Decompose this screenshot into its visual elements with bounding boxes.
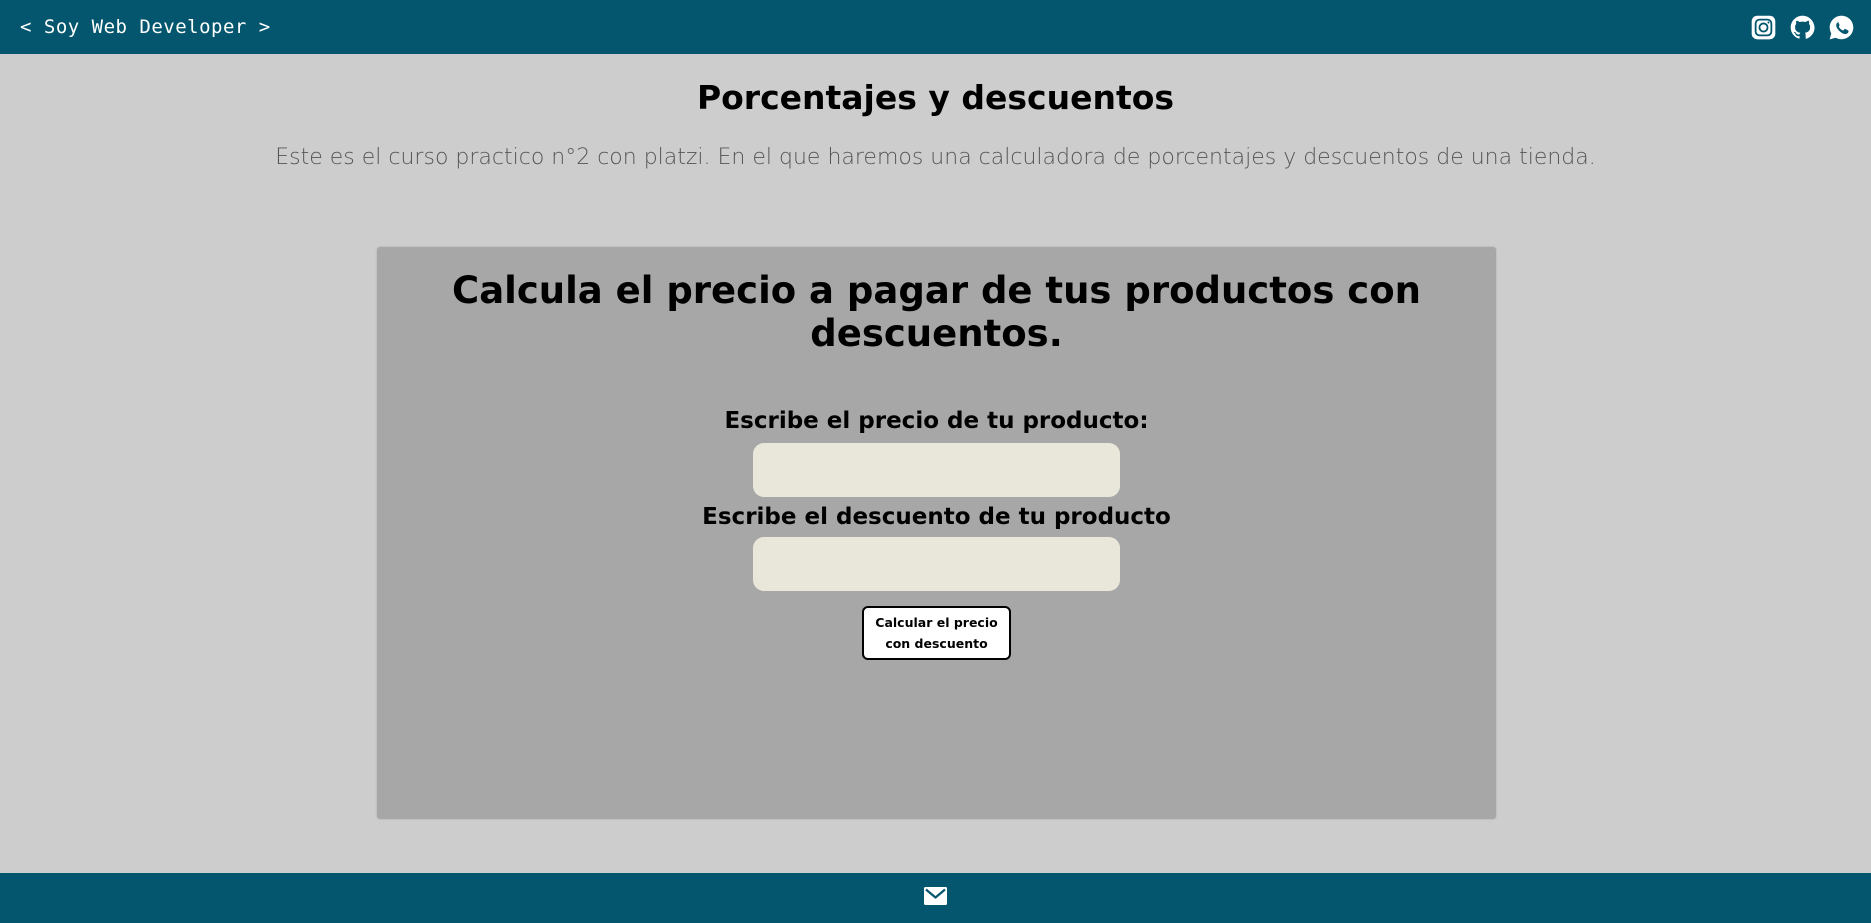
mail-icon[interactable]	[923, 886, 948, 906]
github-icon[interactable]	[1789, 14, 1816, 41]
brand-logo-text[interactable]: < Soy Web Developer >	[20, 16, 271, 38]
instagram-icon[interactable]	[1750, 14, 1777, 41]
social-links	[1750, 14, 1855, 41]
discount-calculator-card: Calcula el precio a pagar de tus product…	[377, 247, 1496, 819]
price-input[interactable]	[753, 443, 1120, 497]
discount-label: Escribe el descuento de tu producto	[702, 504, 1171, 530]
page-intro-text: Este es el curso practico n°2 con platzi…	[275, 145, 1596, 170]
price-label: Escribe el precio de tu producto:	[724, 408, 1149, 434]
footer	[0, 873, 1871, 923]
page-title: Porcentajes y descuentos	[696, 78, 1175, 117]
top-navbar: < Soy Web Developer >	[0, 0, 1871, 54]
calculator-title: Calcula el precio a pagar de tus product…	[452, 269, 1421, 355]
calculate-discount-button[interactable]: Calcular el precio con descuento	[862, 606, 1011, 660]
discount-input[interactable]	[753, 537, 1120, 591]
whatsapp-icon[interactable]	[1828, 14, 1855, 41]
